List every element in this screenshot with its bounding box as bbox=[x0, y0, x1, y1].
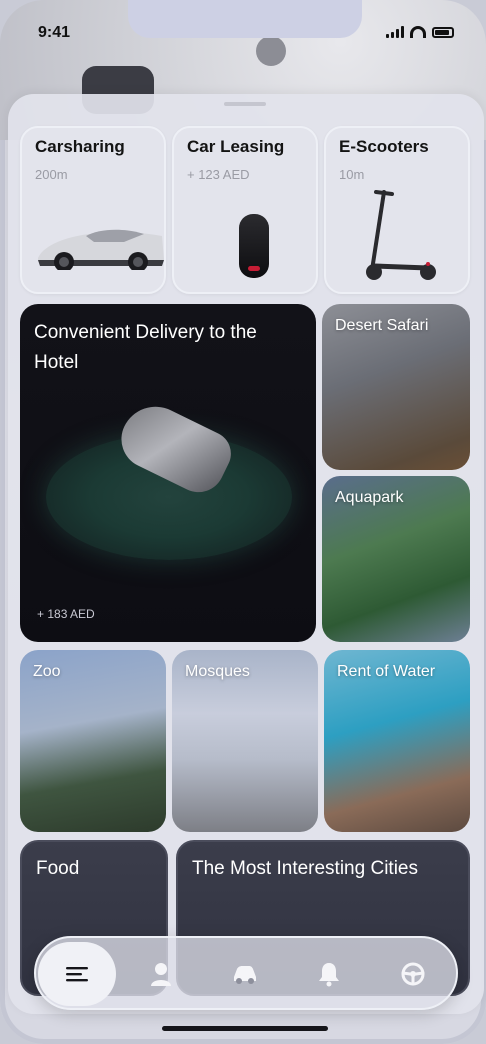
tile-title: Mosques bbox=[185, 663, 250, 680]
user-icon[interactable] bbox=[147, 960, 175, 988]
phone-frame: 9:41 Carsharing 200m Car Leasing + 123 A… bbox=[0, 0, 486, 1044]
tile-aquapark[interactable]: Aquapark bbox=[322, 476, 470, 642]
category-card-car-leasing[interactable]: Car Leasing + 123 AED bbox=[172, 126, 318, 294]
card-title: Food bbox=[36, 858, 80, 879]
status-icons bbox=[386, 26, 454, 38]
tile-mosques[interactable]: Mosques bbox=[172, 650, 318, 832]
feature-card-delivery[interactable]: Convenient Delivery to the Hotel + 183 A… bbox=[20, 304, 316, 642]
steering-wheel-icon[interactable] bbox=[399, 960, 427, 988]
wifi-icon bbox=[410, 26, 426, 38]
signal-icon bbox=[386, 26, 404, 38]
tile-title: Zoo bbox=[33, 663, 61, 680]
card-price: + 123 AED bbox=[187, 167, 250, 182]
tile-zoo[interactable]: Zoo bbox=[20, 650, 166, 832]
dynamic-island bbox=[128, 0, 362, 38]
car-key-icon bbox=[239, 214, 269, 278]
tile-desert-safari[interactable]: Desert Safari bbox=[322, 304, 470, 470]
card-title: Car Leasing bbox=[187, 137, 285, 156]
status-time: 9:41 bbox=[38, 24, 71, 41]
card-title: Carsharing bbox=[35, 137, 125, 156]
card-distance: 10m bbox=[339, 167, 365, 182]
car-icon[interactable] bbox=[231, 960, 259, 988]
home-indicator bbox=[162, 1026, 328, 1031]
feature-price: + 183 AED bbox=[37, 607, 95, 621]
sheet-drag-handle[interactable] bbox=[224, 102, 266, 106]
card-title: E-Scooters bbox=[339, 137, 429, 156]
menu-icon[interactable] bbox=[63, 960, 91, 988]
bell-icon[interactable] bbox=[315, 960, 343, 988]
tile-title: Rent of Water bbox=[337, 663, 436, 680]
map-poi bbox=[256, 36, 286, 66]
feature-title: Convenient Delivery to the Hotel bbox=[34, 322, 257, 373]
sports-car-icon bbox=[38, 229, 164, 270]
scooter-icon bbox=[366, 190, 436, 280]
category-card-e-scooters[interactable]: E-Scooters 10m bbox=[324, 126, 470, 294]
category-card-carsharing[interactable]: Carsharing 200m bbox=[20, 126, 166, 294]
card-distance: 200m bbox=[35, 167, 68, 182]
tile-title: Aquapark bbox=[335, 489, 404, 506]
tile-title: Desert Safari bbox=[335, 317, 429, 334]
card-title: The Most Interesting Cities bbox=[192, 858, 418, 879]
battery-icon bbox=[432, 26, 454, 38]
tile-rent-of-water[interactable]: Rent of Water bbox=[324, 650, 470, 832]
